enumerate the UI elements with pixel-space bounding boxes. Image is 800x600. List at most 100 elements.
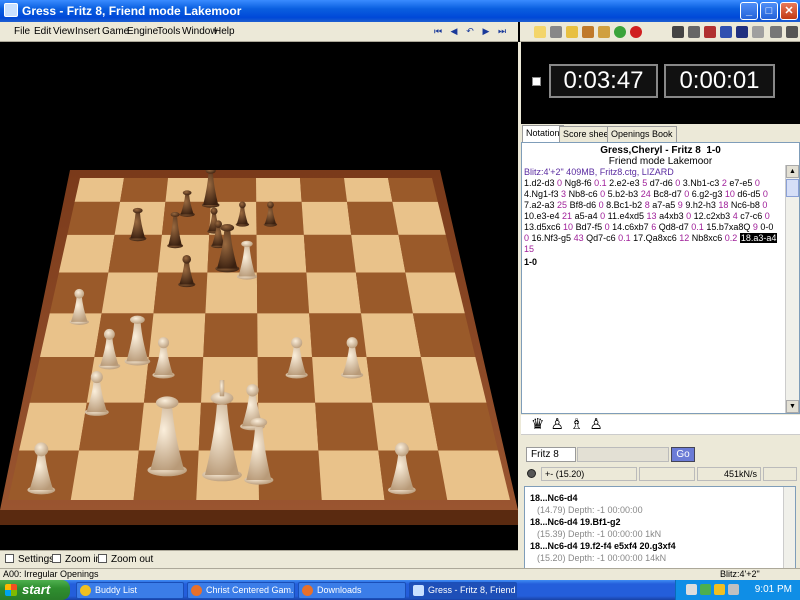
board-square[interactable] (309, 313, 367, 357)
move[interactable]: 12.c2xb3 (694, 211, 731, 221)
move[interactable]: Bc8-d7 (653, 189, 682, 199)
engine-status-icon[interactable] (527, 469, 536, 478)
board-square[interactable] (67, 201, 121, 235)
notation-line[interactable]: 0 16.Nf3-g5 43 Qd7-c6 0.1 17.Qa8xc6 12 N… (524, 233, 786, 244)
move[interactable]: 15.b7xa8Q (706, 222, 750, 232)
previous-move-button[interactable]: ◀ (448, 25, 460, 38)
notation-text[interactable]: Blitz:4'+2" 409MB, Fritz8.ctg, LIZARD 1.… (524, 167, 786, 268)
move[interactable]: 1.d2-d3 (524, 178, 555, 188)
minimize-button[interactable]: _ (740, 2, 758, 20)
go-button[interactable]: Go (671, 447, 695, 462)
taskbar-downloads[interactable]: Downloads (298, 582, 406, 599)
menu-window[interactable]: Window (182, 26, 218, 37)
board-square[interactable] (39, 313, 102, 357)
takeback-button[interactable]: ↶ (464, 25, 476, 38)
notation-line[interactable]: 1.d2-d3 0 Ng8-f6 0.1 2.e2-e3 5 d7-d6 0 3… (524, 178, 786, 189)
menu-insert[interactable]: Insert (75, 26, 100, 37)
engine-vscrollbar[interactable] (783, 487, 795, 573)
move[interactable]: 10.e3-e4 (524, 211, 560, 221)
tools-icon[interactable] (770, 26, 782, 38)
board-square[interactable] (256, 234, 307, 273)
first-move-button[interactable]: ⏮ (432, 25, 444, 38)
accept-icon[interactable] (614, 26, 626, 38)
board-square[interactable] (300, 178, 348, 202)
board-square[interactable] (120, 178, 168, 202)
board-square[interactable] (29, 356, 95, 403)
close-panel-icon[interactable] (786, 26, 798, 38)
board-square[interactable] (19, 402, 87, 451)
board-square[interactable] (405, 272, 465, 314)
board-square[interactable] (388, 178, 438, 202)
chess-board-3d[interactable] (0, 42, 518, 550)
notation-line[interactable]: 7.a2-a3 25 Bf8-d6 0 8.Bc1-b2 8 a7-a5 9 9… (524, 200, 786, 211)
move[interactable]: 11.e4xd5 (608, 211, 644, 221)
move[interactable]: 2.e2-e3 (609, 178, 640, 188)
open-folder-icon[interactable] (534, 26, 546, 38)
board-square[interactable] (101, 272, 158, 314)
board-square[interactable] (351, 234, 406, 273)
tab-notation[interactable]: Notation (522, 125, 564, 142)
board-square[interactable] (301, 201, 352, 235)
move[interactable]: 9.h2-h3 (685, 200, 716, 210)
flip-board-icon[interactable] (582, 26, 594, 38)
board-square[interactable] (210, 178, 257, 202)
move[interactable]: 8.Bc1-b2 (606, 200, 642, 210)
stop-icon[interactable] (630, 26, 642, 38)
engine-icon[interactable] (598, 26, 610, 38)
move[interactable]: 14.c6xb7 (612, 222, 649, 232)
board-square[interactable] (347, 201, 399, 235)
board-square[interactable] (420, 356, 487, 403)
analysis-icon[interactable] (688, 26, 700, 38)
board-square[interactable] (153, 272, 208, 314)
scroll-thumb[interactable] (786, 179, 799, 197)
tray-security-icon[interactable] (700, 584, 711, 595)
move[interactable]: Qd7-c6 (586, 233, 616, 243)
notation-scrollbar[interactable]: ▲ ▼ (785, 165, 799, 413)
move[interactable]: 7.a2-a3 (524, 200, 555, 210)
board-square[interactable] (361, 313, 421, 357)
notation-pane[interactable]: Gress,Cheryl - Fritz 8 1-0 Friend mode L… (521, 142, 800, 414)
move[interactable]: c7-c6 (740, 211, 762, 221)
menu-file[interactable]: File (14, 26, 30, 37)
engine-name[interactable]: Fritz 8 (526, 447, 576, 462)
board-square[interactable] (256, 272, 310, 314)
move[interactable]: Nb8xc6 (692, 233, 723, 243)
board-square[interactable] (257, 313, 313, 357)
move[interactable]: Ng8-f6 (565, 178, 592, 188)
board-square[interactable] (70, 450, 139, 500)
notation-line[interactable]: 10.e3-e4 21 a5-a4 0 11.e4xd5 13 a4xb3 0 … (524, 211, 786, 222)
board-square[interactable] (256, 178, 302, 202)
move[interactable]: Bd7-f5 (576, 222, 603, 232)
settings-control[interactable]: Settings (5, 554, 54, 565)
board-square[interactable] (157, 234, 210, 273)
pen-icon[interactable] (672, 26, 684, 38)
move[interactable]: e7-e5 (729, 178, 752, 188)
board-square[interactable] (315, 402, 379, 451)
board-square[interactable] (344, 178, 393, 202)
chart-icon[interactable] (704, 26, 716, 38)
move[interactable]: a4xb3 (659, 211, 684, 221)
window-icon[interactable] (752, 26, 764, 38)
grid-icon[interactable] (720, 26, 732, 38)
current-move[interactable]: 18.a3-a4 (739, 233, 778, 243)
board-square[interactable] (392, 201, 446, 235)
move[interactable]: 16.Nf3-g5 (532, 233, 572, 243)
last-move-button[interactable]: ⏭ (496, 25, 508, 38)
menu-tools[interactable]: Tools (157, 26, 180, 37)
scroll-up-arrow[interactable]: ▲ (786, 165, 799, 178)
board-square[interactable] (438, 450, 510, 500)
move[interactable]: d6-d5 (737, 189, 760, 199)
notation-line[interactable]: 13.d5xc6 10 Bd7-f5 0 14.c6xb7 6 Qd8-d7 0… (524, 222, 786, 233)
move[interactable]: 4.Ng1-f3 (524, 189, 559, 199)
board-square[interactable] (256, 201, 304, 235)
maximize-button[interactable]: □ (760, 2, 778, 20)
move[interactable]: d7-d6 (650, 178, 673, 188)
menu-edit[interactable]: Edit (34, 26, 51, 37)
board-svg[interactable] (0, 170, 518, 550)
board-square[interactable] (398, 234, 455, 273)
close-button[interactable]: ✕ (780, 2, 798, 20)
tray-volume-icon[interactable] (728, 584, 739, 595)
hint-icon[interactable] (566, 26, 578, 38)
move[interactable]: Bf8-d6 (570, 200, 597, 210)
menu-game[interactable]: Game (102, 26, 129, 37)
